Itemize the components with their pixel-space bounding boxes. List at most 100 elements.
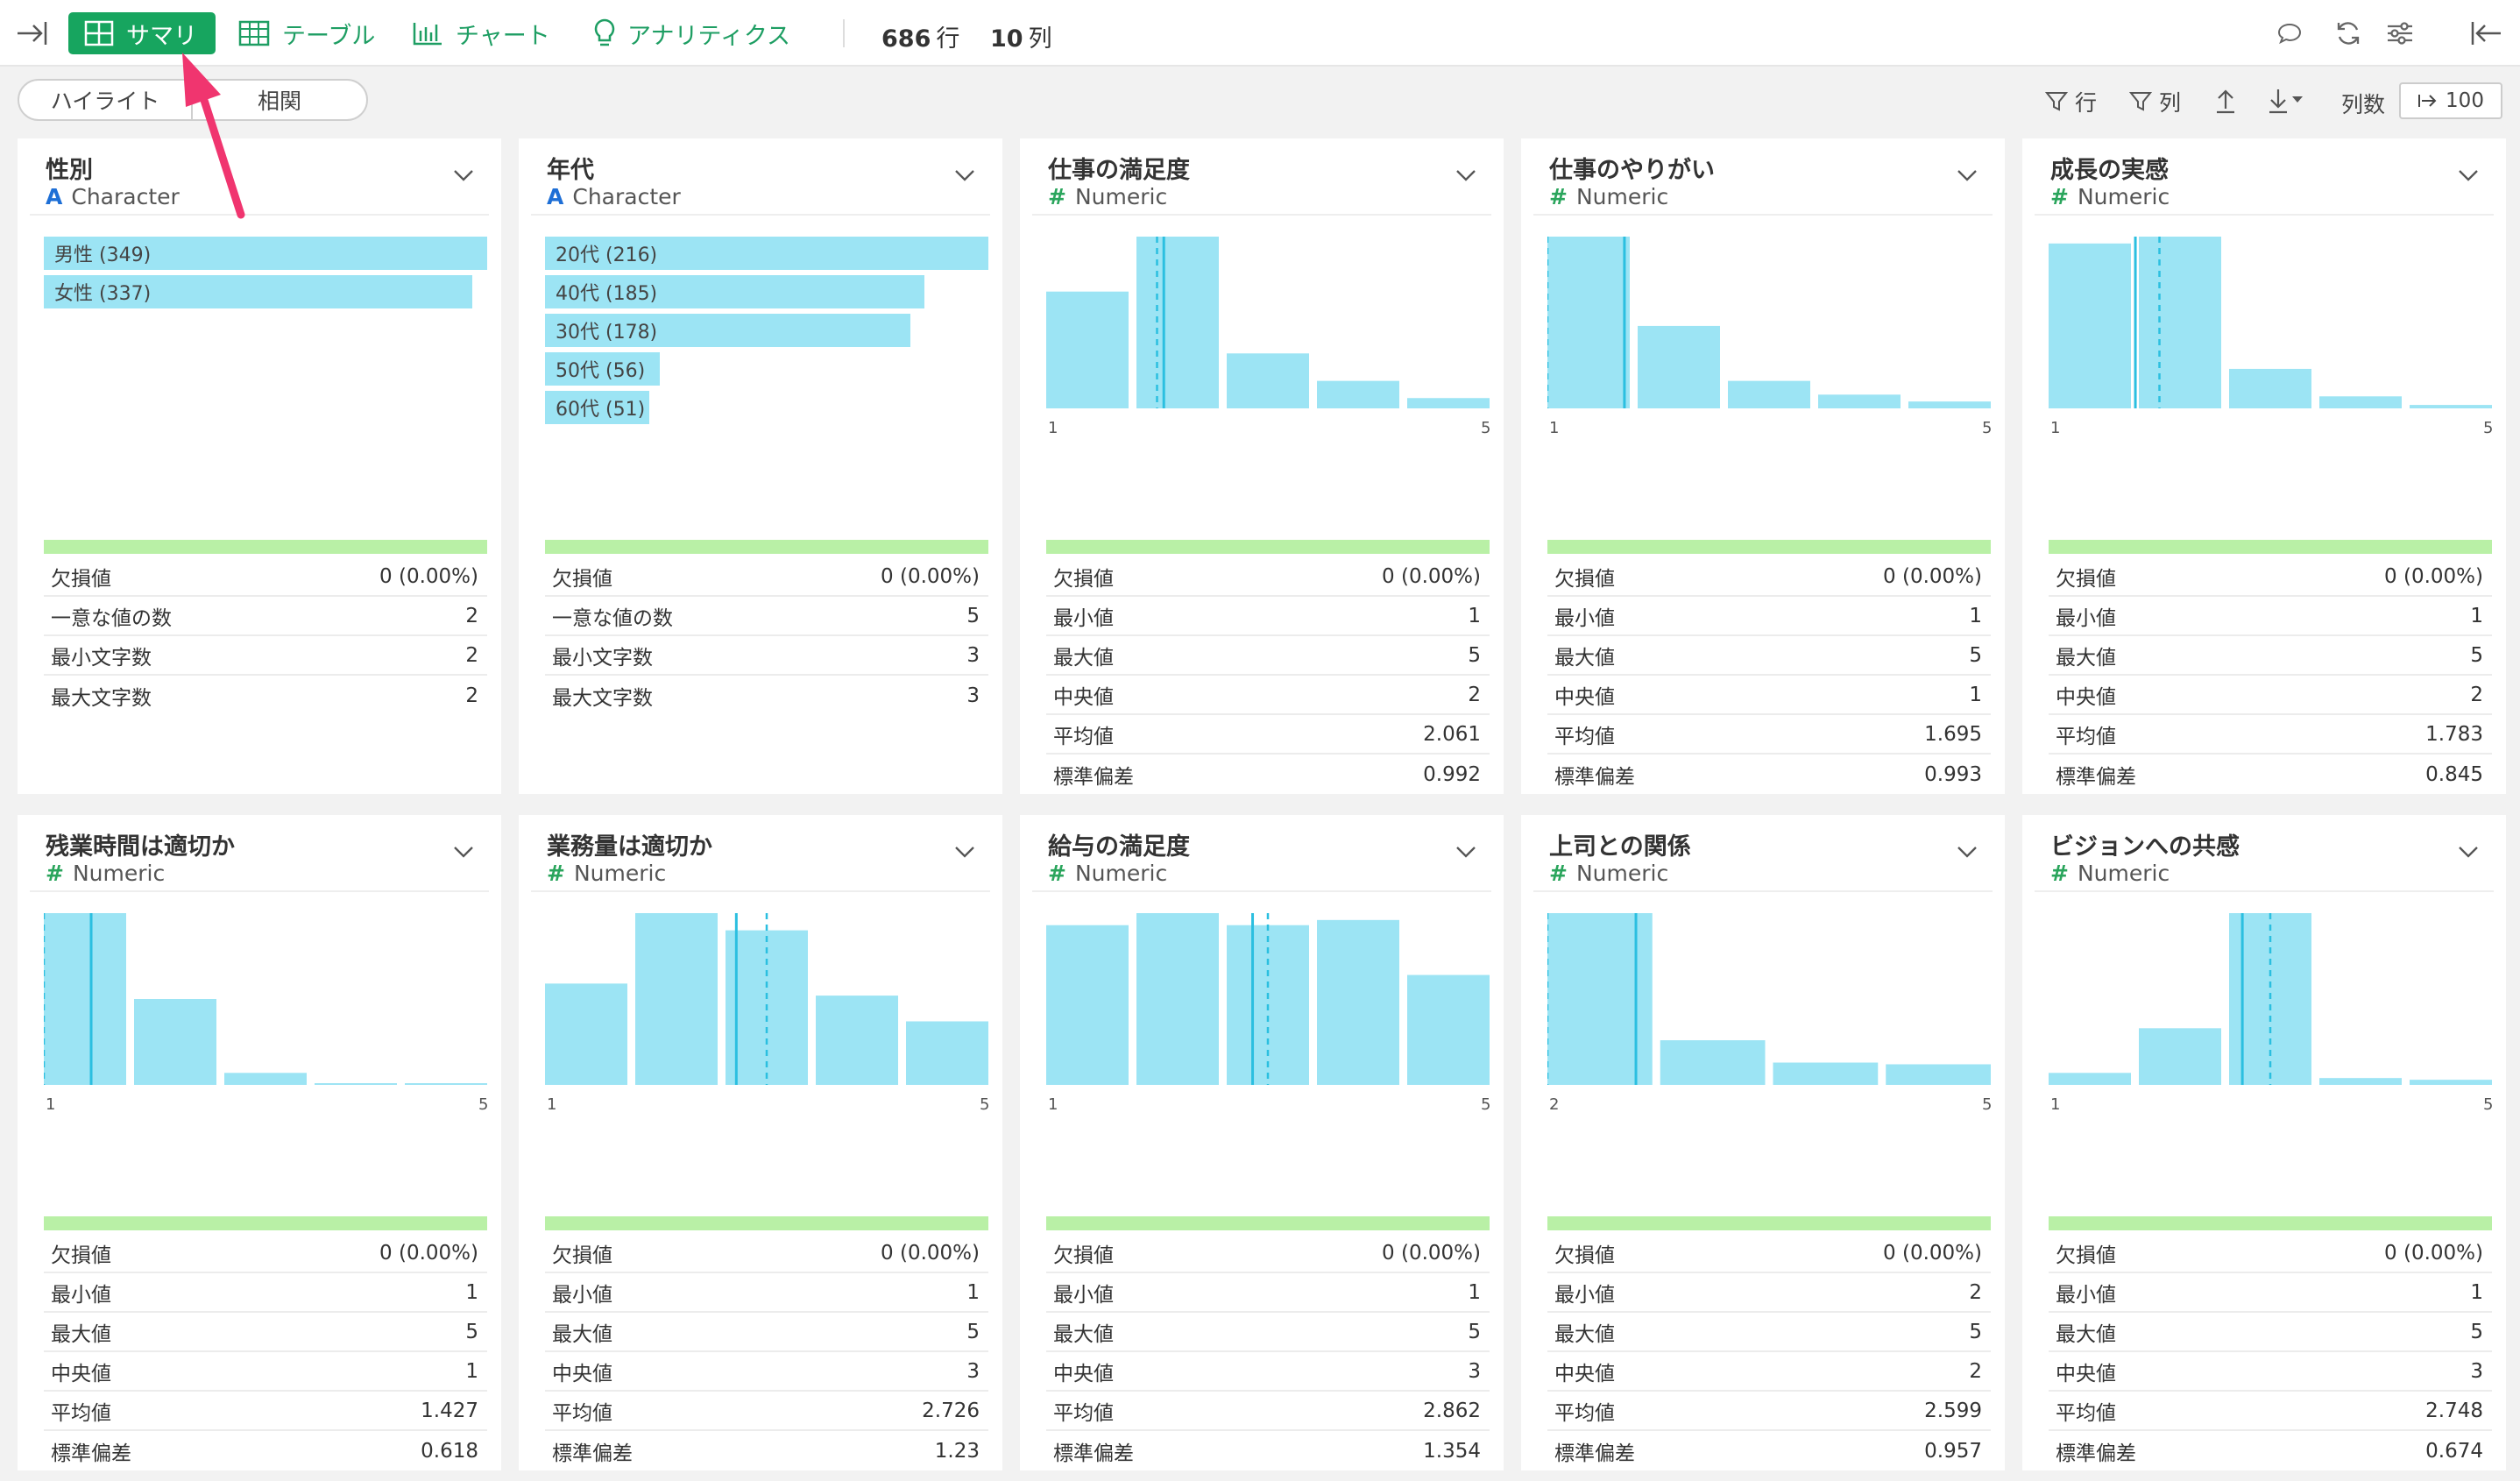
histogram-bar[interactable] — [2319, 1078, 2402, 1085]
stats-table: 欠損値 0 (0.00%) 一意な値の数 2 最小文字数 2 最大文字数 2 — [44, 557, 487, 715]
histogram-bar[interactable] — [545, 983, 627, 1085]
category-bar[interactable]: 50代 (56) — [545, 352, 660, 386]
stat-label: 欠損値 — [552, 1244, 612, 1267]
comment-icon[interactable] — [2276, 0, 2303, 67]
chevron-down-icon[interactable] — [1956, 845, 1978, 862]
settings-sliders-icon[interactable] — [2385, 0, 2415, 67]
card-divider — [531, 890, 990, 892]
chevron-down-icon[interactable] — [452, 168, 475, 186]
histogram-bar[interactable] — [224, 1073, 307, 1085]
download-icon[interactable] — [2266, 84, 2306, 116]
axis-max-label: 5 — [2483, 1095, 2494, 1114]
axis-max-label: 5 — [980, 1095, 990, 1114]
category-bar[interactable]: 男性 (349) — [44, 237, 487, 270]
collapse-left-icon[interactable] — [14, 0, 49, 67]
stats-table: 欠損値 0 (0.00%) 一意な値の数 5 最小文字数 3 最大文字数 3 — [545, 557, 988, 715]
histogram-bar[interactable] — [906, 1021, 988, 1085]
stat-value: 0 (0.00%) — [1883, 1241, 1982, 1265]
histogram-bar[interactable] — [1407, 398, 1490, 408]
stat-value: 1 — [1969, 683, 1982, 706]
stat-value: 2 — [2470, 683, 2483, 706]
histogram-bar[interactable] — [134, 999, 216, 1085]
histogram-bar[interactable] — [1547, 237, 1630, 408]
stat-label: 欠損値 — [1053, 567, 1114, 591]
histogram-bar[interactable] — [1046, 291, 1129, 408]
chevron-down-icon[interactable] — [1956, 168, 1978, 186]
refresh-icon[interactable] — [2334, 0, 2362, 67]
chevron-down-icon[interactable] — [1455, 845, 1477, 862]
upload-icon[interactable] — [2213, 84, 2238, 121]
stat-value: 2 — [465, 684, 478, 707]
histogram-bar[interactable] — [44, 913, 126, 1085]
stat-label: 最小文字数 — [51, 646, 152, 670]
histogram-chart — [1547, 237, 1991, 408]
histogram-bar[interactable] — [1227, 353, 1309, 408]
stats-row: 中央値 3 — [545, 1352, 988, 1392]
grid-icon — [84, 20, 114, 46]
histogram-bar[interactable] — [1046, 925, 1129, 1085]
chevron-down-icon[interactable] — [953, 845, 976, 862]
histogram-bar[interactable] — [1317, 380, 1399, 408]
stats-table: 欠損値 0 (0.00%) 最小値 1 最大値 5 中央値 2 平均値 1.783 標準偏差 0.84… — [2049, 557, 2492, 794]
histogram-bar[interactable] — [2229, 368, 2311, 408]
stat-value: 3 — [966, 1359, 980, 1383]
histogram-bar[interactable] — [2410, 1080, 2492, 1085]
stat-label: 中央値 — [1053, 685, 1114, 709]
tab-chart[interactable]: チャート — [412, 0, 550, 67]
category-bar[interactable]: 60代 (51) — [545, 391, 649, 424]
histogram-bar[interactable] — [1908, 401, 1991, 408]
histogram-bar[interactable] — [1136, 913, 1219, 1085]
stats-row: 欠損値 0 (0.00%) — [44, 557, 487, 597]
histogram-bar[interactable] — [2410, 405, 2492, 408]
category-bar[interactable]: 20代 (216) — [545, 237, 988, 270]
chevron-down-icon[interactable] — [2457, 168, 2480, 186]
histogram-bar[interactable] — [1773, 1062, 1879, 1085]
histogram-bar[interactable] — [1136, 237, 1219, 408]
histogram-bar[interactable] — [1818, 394, 1901, 408]
histogram-bar[interactable] — [2319, 396, 2402, 408]
histogram-bar[interactable] — [315, 1083, 397, 1085]
histogram-bar[interactable] — [1407, 974, 1490, 1085]
histogram-bar[interactable] — [635, 913, 718, 1085]
stats-row: 最大値 5 — [1547, 1313, 1991, 1352]
histogram-bar[interactable] — [1886, 1064, 1991, 1085]
stat-label: 標準偏差 — [552, 1442, 633, 1465]
stat-label: 一意な値の数 — [51, 606, 172, 630]
histogram-bar[interactable] — [816, 996, 898, 1085]
histogram-bar[interactable] — [2139, 1028, 2221, 1085]
histogram-bar[interactable] — [1728, 380, 1810, 408]
histogram-bar[interactable] — [1638, 325, 1720, 408]
toolbar: サマリ テーブル チャート アナリティクス 686 行 10 列 — [0, 0, 2520, 67]
category-bar[interactable]: 40代 (185) — [545, 275, 924, 308]
stat-value: 1.695 — [1924, 722, 1982, 746]
histogram-bar[interactable] — [1317, 919, 1399, 1085]
histogram-bar[interactable] — [2139, 237, 2221, 408]
col-count-input[interactable]: 100 — [2399, 82, 2502, 119]
stats-row: 最大文字数 2 — [44, 676, 487, 715]
stat-value: 0 (0.00%) — [379, 1241, 478, 1265]
histogram-bar[interactable] — [2049, 1073, 2131, 1085]
collapse-right-icon[interactable] — [2469, 0, 2504, 67]
stats-row: 一意な値の数 2 — [44, 597, 487, 636]
stat-label: 欠損値 — [1554, 567, 1615, 591]
stat-value: 1 — [2470, 1280, 2483, 1304]
axis-max-label: 5 — [2483, 419, 2494, 437]
data-quality-bar — [545, 540, 988, 554]
filter-rows-button[interactable]: 行 — [2045, 79, 2097, 124]
filter-cols-button[interactable]: 列 — [2129, 79, 2181, 124]
col-count: 10 列 — [990, 25, 1052, 53]
tab-analytics[interactable]: アナリティクス — [592, 0, 790, 67]
histogram-bar[interactable] — [1660, 1040, 1766, 1085]
chevron-down-icon[interactable] — [452, 845, 475, 862]
chevron-down-icon[interactable] — [2457, 845, 2480, 862]
histogram-bar[interactable] — [2049, 243, 2131, 408]
category-bar[interactable]: 女性 (337) — [44, 275, 472, 308]
chevron-down-icon[interactable] — [953, 168, 976, 186]
histogram-bar[interactable] — [405, 1083, 487, 1085]
stat-value: 2.726 — [922, 1399, 980, 1422]
stat-label: 最大値 — [1053, 646, 1114, 670]
chevron-down-icon[interactable] — [1455, 168, 1477, 186]
stat-label: 中央値 — [1053, 1362, 1114, 1385]
column-title: ビジョンへの共感 — [2050, 833, 2240, 861]
category-bar[interactable]: 30代 (178) — [545, 314, 910, 347]
